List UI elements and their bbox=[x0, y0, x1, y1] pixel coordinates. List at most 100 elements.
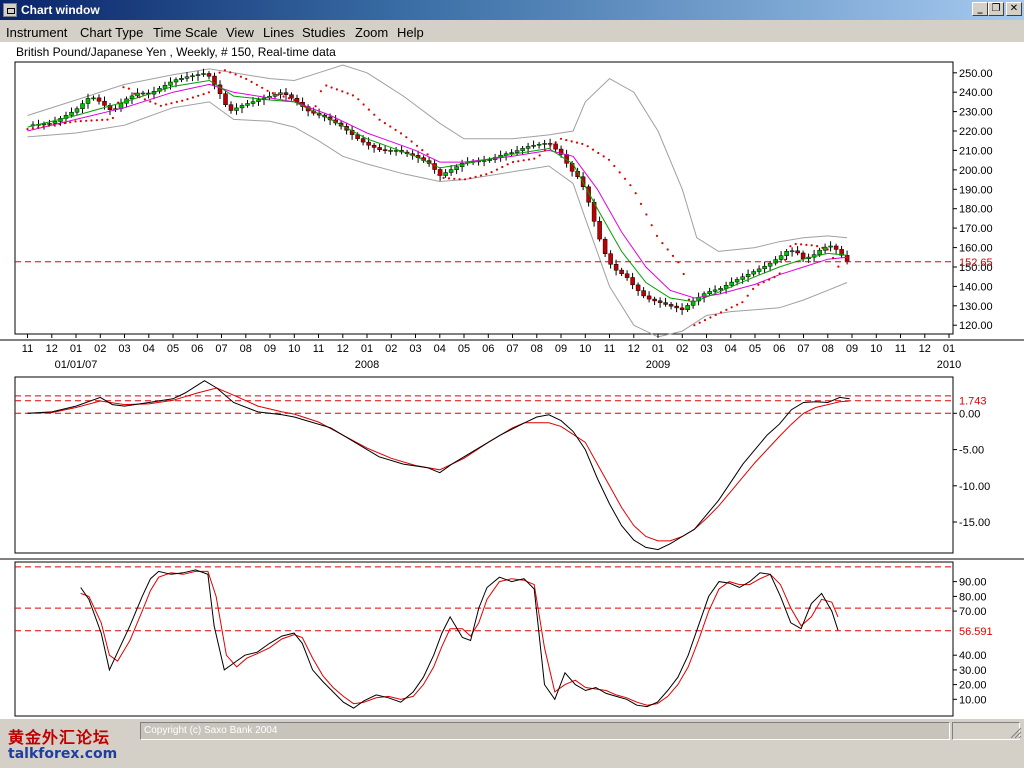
parabolic-sar-dot bbox=[37, 126, 40, 129]
parabolic-sar-dot bbox=[341, 90, 344, 93]
candle-up bbox=[195, 74, 201, 76]
parabolic-sar-dot bbox=[613, 164, 616, 168]
candle-down bbox=[800, 252, 806, 260]
x-month-label: 07 bbox=[797, 343, 809, 355]
candle-up bbox=[168, 81, 173, 86]
x-month-label: 12 bbox=[628, 343, 640, 355]
y-tick-label: 210.00 bbox=[959, 145, 993, 157]
y-tick-label: 70.00 bbox=[959, 606, 987, 618]
parabolic-sar-dot bbox=[229, 71, 232, 74]
parabolic-sar-dot bbox=[282, 95, 285, 98]
candle-up bbox=[256, 99, 261, 102]
parabolic-sar-dot bbox=[549, 144, 552, 147]
parabolic-sar-dot bbox=[351, 94, 354, 97]
parabolic-sar-dot bbox=[58, 122, 61, 126]
candle-up bbox=[85, 98, 91, 104]
candle-up bbox=[448, 169, 454, 173]
candle-up bbox=[817, 249, 822, 255]
parabolic-sar-dot bbox=[538, 154, 541, 157]
candle-down bbox=[602, 238, 608, 254]
x-month-label: 09 bbox=[846, 343, 858, 355]
parabolic-sar-dot bbox=[506, 163, 509, 166]
parabolic-sar-dot bbox=[373, 113, 376, 116]
watermark-url: talkforex.com bbox=[8, 746, 118, 762]
parabolic-sar-dot bbox=[602, 155, 605, 158]
x-month-label: 10 bbox=[288, 343, 300, 355]
parabolic-sar-dot bbox=[31, 127, 34, 130]
x-month-label: 08 bbox=[822, 343, 834, 355]
candle-up bbox=[190, 75, 195, 78]
x-month-label: 10 bbox=[579, 343, 591, 355]
x-year-label: 01/01/07 bbox=[55, 359, 98, 371]
candle-up bbox=[767, 262, 773, 267]
parabolic-sar-dot bbox=[431, 163, 435, 166]
parabolic-sar-dot bbox=[639, 202, 643, 205]
parabolic-sar-dot bbox=[399, 132, 403, 135]
x-month-label: 06 bbox=[191, 343, 203, 355]
parabolic-sar-dot bbox=[170, 102, 173, 105]
candle-up bbox=[52, 121, 58, 124]
candle-down bbox=[289, 94, 294, 99]
parabolic-sar-dot bbox=[90, 119, 93, 122]
parabolic-sar-dot bbox=[218, 71, 221, 74]
candle-up bbox=[745, 273, 751, 278]
parabolic-sar-dot bbox=[293, 98, 296, 102]
candle-down bbox=[657, 300, 663, 303]
parabolic-sar-dot bbox=[207, 91, 210, 94]
x-month-label: 09 bbox=[555, 343, 567, 355]
parabolic-sar-dot bbox=[607, 158, 611, 161]
parabolic-sar-dot bbox=[298, 102, 301, 105]
candle-up bbox=[778, 255, 784, 260]
candle-down bbox=[355, 134, 360, 139]
parabolic-sar-dot bbox=[810, 244, 813, 247]
parabolic-sar-dot bbox=[277, 93, 280, 96]
y-tick-label: 170.00 bbox=[959, 223, 993, 235]
resize-grip-icon[interactable] bbox=[1008, 722, 1022, 740]
y-tick-label: 190.00 bbox=[959, 184, 993, 196]
candle-down bbox=[547, 143, 553, 145]
x-month-label: 05 bbox=[749, 343, 761, 355]
parabolic-sar-dot bbox=[143, 98, 146, 101]
parabolic-sar-dot bbox=[618, 171, 621, 174]
candle-up bbox=[729, 281, 734, 286]
candle-up bbox=[173, 79, 179, 83]
parabolic-sar-dot bbox=[479, 174, 483, 177]
x-year-label: 2008 bbox=[355, 359, 379, 371]
candle-up bbox=[487, 159, 492, 161]
parabolic-sar-dot bbox=[165, 103, 168, 106]
x-month-label: 11 bbox=[22, 343, 33, 355]
parabolic-sar-dot bbox=[346, 92, 349, 95]
parabolic-sar-dot bbox=[543, 149, 547, 152]
parabolic-sar-dot bbox=[768, 278, 771, 281]
parabolic-sar-dot bbox=[69, 121, 72, 124]
x-month-label: 08 bbox=[240, 343, 252, 355]
parabolic-sar-dot bbox=[645, 213, 648, 216]
candle-up bbox=[734, 279, 740, 283]
parabolic-sar-dot bbox=[426, 153, 429, 156]
candle-down bbox=[294, 97, 300, 103]
y-tick-label: 200.00 bbox=[959, 165, 993, 177]
x-month-label: 03 bbox=[700, 343, 712, 355]
x-month-label: 04 bbox=[143, 343, 155, 355]
y-tick-label: 80.00 bbox=[959, 591, 987, 603]
parabolic-sar-dot bbox=[111, 116, 114, 120]
candle-down bbox=[96, 97, 102, 102]
candle-down bbox=[360, 138, 366, 143]
x-month-label: 11 bbox=[313, 343, 324, 355]
parabolic-sar-dot bbox=[762, 281, 765, 284]
y-tick-label: 10.00 bbox=[959, 694, 987, 706]
candle-down bbox=[366, 141, 371, 146]
parabolic-sar-dot bbox=[682, 272, 685, 276]
parabolic-sar-dot bbox=[554, 141, 557, 144]
parabolic-sar-dot bbox=[485, 173, 488, 176]
parabolic-sar-dot bbox=[74, 120, 77, 123]
parabolic-sar-dot bbox=[752, 287, 755, 290]
parabolic-sar-dot bbox=[698, 321, 701, 324]
candle-up bbox=[245, 103, 250, 106]
candle-up bbox=[509, 152, 514, 154]
parabolic-sar-dot bbox=[474, 175, 477, 178]
chart-canvas[interactable]: 250.00 240.00 230.00 220.00 210.00 200.00 190.… bbox=[0, 0, 1024, 768]
reference-value-label: 56.591 bbox=[959, 626, 993, 638]
candle-up bbox=[140, 92, 146, 95]
parabolic-sar-dot bbox=[213, 81, 216, 84]
